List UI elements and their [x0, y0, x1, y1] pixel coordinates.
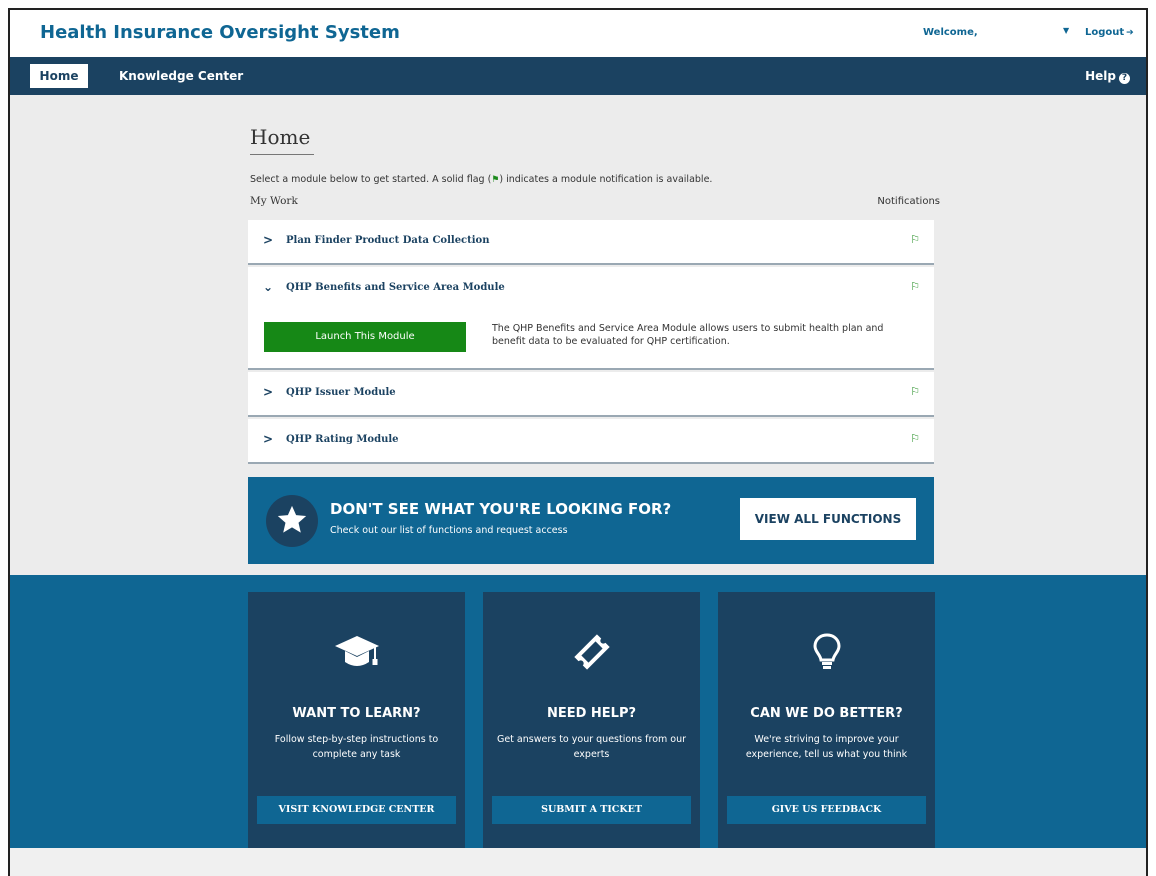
module-header-qhp-rating[interactable]: > QHP Rating Module ⚐ [248, 419, 934, 462]
cta-heading: DON'T SEE WHAT YOU'RE LOOKING FOR? [330, 500, 672, 518]
chevron-right-icon: > [263, 233, 274, 247]
top-header: Health Insurance Oversight System Welcom… [10, 10, 1146, 57]
card-text: Get answers to your questions from our e… [496, 734, 687, 760]
help-label: Help [1085, 69, 1116, 83]
module-header-qhp-issuer[interactable]: > QHP Issuer Module ⚐ [248, 372, 934, 415]
module-body-qhp-benefits: Launch This Module The QHP Benefits and … [248, 310, 934, 368]
logout-link[interactable]: Logout ➔ [1085, 27, 1134, 38]
welcome-text: Welcome, [923, 27, 978, 38]
module-header-qhp-benefits[interactable]: ⌄ QHP Benefits and Service Area Module ⚐ [248, 267, 934, 310]
logout-icon: ➔ [1126, 28, 1134, 38]
page-title: Home [250, 125, 311, 149]
help-card: NEED HELP? Get answers to your questions… [483, 592, 700, 854]
functions-cta-banner: DON'T SEE WHAT YOU'RE LOOKING FOR? Check… [248, 477, 934, 564]
module-item: ⌄ QHP Benefits and Service Area Module ⚐… [248, 267, 934, 370]
chevron-right-icon: > [263, 432, 274, 446]
cta-subtext: Check out our list of functions and requ… [330, 525, 568, 536]
chevron-down-icon: ⌄ [263, 280, 274, 294]
nav-knowledge-center[interactable]: Knowledge Center [119, 69, 243, 83]
user-menu-caret-icon[interactable]: ▼ [1063, 26, 1069, 35]
flag-outline-icon: ⚐ [910, 280, 920, 293]
feedback-card: CAN WE DO BETTER? We're striving to impr… [718, 592, 935, 854]
card-text: Follow step-by-step instructions to comp… [274, 734, 439, 760]
instructions-text: Select a module below to get started. A … [250, 174, 712, 185]
question-circle-icon: ? [1119, 73, 1130, 84]
lightbulb-icon [718, 632, 935, 672]
module-description: The QHP Benefits and Service Area Module… [492, 323, 884, 347]
notifications-label: Notifications [877, 196, 940, 207]
my-work-label: My Work [250, 195, 298, 207]
ticket-icon [483, 632, 700, 672]
main-content: Home Select a module below to get starte… [10, 95, 1146, 575]
module-item: > QHP Issuer Module ⚐ [248, 372, 934, 417]
flag-outline-icon: ⚐ [910, 385, 920, 398]
module-accordion: > Plan Finder Product Data Collection ⚐ … [248, 220, 934, 466]
module-title: QHP Rating Module [286, 434, 399, 445]
nav-help[interactable]: Help? [1085, 69, 1130, 84]
support-section: WANT TO LEARN? Follow step-by-step instr… [10, 575, 1146, 854]
flag-outline-icon: ⚐ [910, 233, 920, 246]
title-underline [250, 154, 314, 155]
visit-knowledge-center-button[interactable]: VISIT KNOWLEDGE CENTER [257, 796, 456, 824]
launch-module-button[interactable]: Launch This Module [264, 322, 466, 352]
learn-card: WANT TO LEARN? Follow step-by-step instr… [248, 592, 465, 854]
module-item: > QHP Rating Module ⚐ [248, 419, 934, 464]
logout-label: Logout [1085, 27, 1125, 38]
module-title: Plan Finder Product Data Collection [286, 235, 490, 246]
give-feedback-button[interactable]: GIVE US FEEDBACK [727, 796, 926, 824]
instructions-part-1: Select a module below to get started. A … [250, 174, 492, 185]
card-title: CAN WE DO BETTER? [750, 706, 903, 721]
module-title: QHP Benefits and Service Area Module [286, 282, 505, 293]
submit-ticket-button[interactable]: SUBMIT A TICKET [492, 796, 691, 824]
instructions-part-2: ) indicates a module notification is ava… [499, 174, 713, 185]
nav-home-tab[interactable]: Home [30, 64, 88, 88]
chevron-right-icon: > [263, 385, 274, 399]
app-title: Health Insurance Oversight System [40, 22, 400, 43]
view-all-functions-button[interactable]: VIEW ALL FUNCTIONS [740, 498, 916, 540]
module-item: > Plan Finder Product Data Collection ⚐ [248, 220, 934, 265]
page-footer [10, 848, 1146, 876]
app-frame: Health Insurance Oversight System Welcom… [8, 8, 1148, 876]
card-title: NEED HELP? [546, 706, 637, 721]
graduation-cap-icon [248, 632, 465, 672]
card-title: WANT TO LEARN? [292, 706, 421, 721]
module-title: QHP Issuer Module [286, 387, 396, 398]
card-text: We're striving to improve your experienc… [745, 734, 908, 760]
star-icon [266, 495, 318, 547]
module-header-plan-finder[interactable]: > Plan Finder Product Data Collection ⚐ [248, 220, 934, 263]
flag-outline-icon: ⚐ [910, 432, 920, 445]
main-nav: Home Knowledge Center Help? [10, 57, 1146, 95]
